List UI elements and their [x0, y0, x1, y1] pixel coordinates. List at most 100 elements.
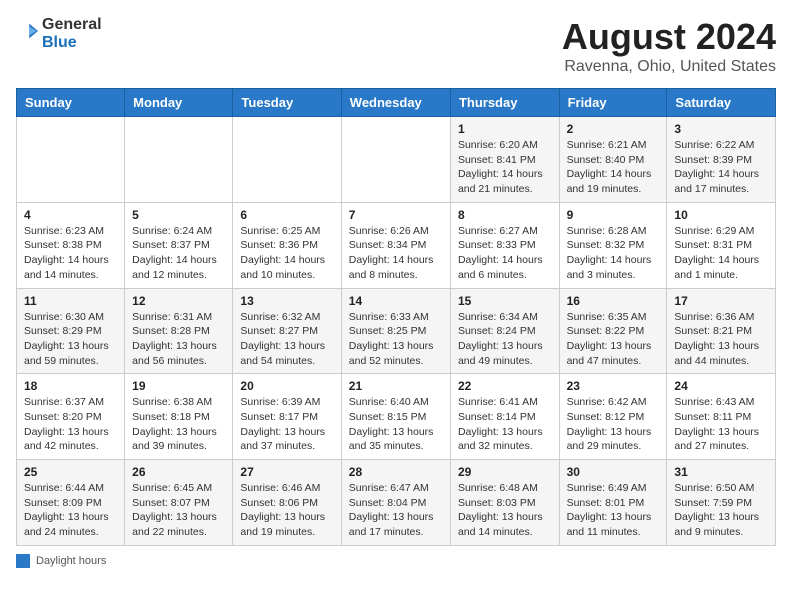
day-number: 28	[349, 465, 443, 479]
day-number: 15	[458, 294, 552, 308]
day-info: Sunrise: 6:37 AM Sunset: 8:20 PM Dayligh…	[24, 395, 117, 454]
main-title: August 2024	[562, 16, 776, 58]
calendar-cell: 25Sunrise: 6:44 AM Sunset: 8:09 PM Dayli…	[17, 460, 125, 546]
day-info: Sunrise: 6:35 AM Sunset: 8:22 PM Dayligh…	[567, 310, 660, 369]
calendar-cell: 6Sunrise: 6:25 AM Sunset: 8:36 PM Daylig…	[233, 202, 341, 288]
day-number: 21	[349, 379, 443, 393]
day-number: 7	[349, 208, 443, 222]
header-cell-friday: Friday	[559, 89, 667, 117]
header-cell-monday: Monday	[125, 89, 233, 117]
day-info: Sunrise: 6:47 AM Sunset: 8:04 PM Dayligh…	[349, 481, 443, 540]
day-number: 12	[132, 294, 225, 308]
day-number: 29	[458, 465, 552, 479]
day-info: Sunrise: 6:29 AM Sunset: 8:31 PM Dayligh…	[674, 224, 768, 283]
calendar-cell: 24 Sunrise: 6:43 AM Sunset: 8:11 PM Dayli…	[667, 374, 776, 460]
week-row-2: 4 Sunrise: 6:23 AM Sunset: 8:38 PM Daylig…	[17, 202, 776, 288]
calendar-cell: 21 Sunrise: 6:40 AM Sunset: 8:15 PM Dayli…	[341, 374, 450, 460]
day-info: Sunrise: 6:46 AM Sunset: 8:06 PM Dayligh…	[240, 481, 333, 540]
day-number: 1	[458, 122, 552, 136]
day-number: 30	[567, 465, 660, 479]
day-number: 18	[24, 379, 117, 393]
calendar-cell: 1 Sunrise: 6:20 AM Sunset: 8:41 PM Daylig…	[450, 117, 559, 203]
day-number: 31	[674, 465, 768, 479]
calendar-cell: 3 Sunrise: 6:22 AM Sunset: 8:39 PM Daylig…	[667, 117, 776, 203]
calendar-cell: 18 Sunrise: 6:37 AM Sunset: 8:20 PM Dayli…	[17, 374, 125, 460]
day-info: Sunrise: 6:38 AM Sunset: 8:18 PM Dayligh…	[132, 395, 225, 454]
day-number: 14	[349, 294, 443, 308]
day-info: Sunrise: 6:42 AM Sunset: 8:12 PM Dayligh…	[567, 395, 660, 454]
calendar-cell: 29Sunrise: 6:48 AM Sunset: 8:03 PM Dayli…	[450, 460, 559, 546]
day-number: 2	[567, 122, 660, 136]
calendar-cell: 12 Sunrise: 6:31 AM Sunset: 8:28 PM Dayli…	[125, 288, 233, 374]
day-number: 27	[240, 465, 333, 479]
day-number: 16	[567, 294, 660, 308]
legend-label: Daylight hours	[36, 555, 106, 567]
day-info: Sunrise: 6:22 AM Sunset: 8:39 PM Dayligh…	[674, 138, 768, 197]
week-row-1: 1 Sunrise: 6:20 AM Sunset: 8:41 PM Daylig…	[17, 117, 776, 203]
calendar-cell: 7 Sunrise: 6:26 AM Sunset: 8:34 PM Daylig…	[341, 202, 450, 288]
calendar-cell: 8 Sunrise: 6:27 AM Sunset: 8:33 PM Daylig…	[450, 202, 559, 288]
day-number: 23	[567, 379, 660, 393]
header-cell-tuesday: Tuesday	[233, 89, 341, 117]
day-info: Sunrise: 6:30 AM Sunset: 8:29 PM Dayligh…	[24, 310, 117, 369]
title-area: August 2024 Ravenna, Ohio, United States	[562, 16, 776, 76]
day-info: Sunrise: 6:26 AM Sunset: 8:34 PM Dayligh…	[349, 224, 443, 283]
calendar-cell: 15 Sunrise: 6:34 AM Sunset: 8:24 PM Dayli…	[450, 288, 559, 374]
calendar-cell: 27 Sunrise: 6:46 AM Sunset: 8:06 PM Dayli…	[233, 460, 341, 546]
calendar-cell: 22 Sunrise: 6:41 AM Sunset: 8:14 PM Dayli…	[450, 374, 559, 460]
header-cell-sunday: Sunday	[17, 89, 125, 117]
calendar-body: 1 Sunrise: 6:20 AM Sunset: 8:41 PM Daylig…	[17, 117, 776, 546]
calendar-cell: 19 Sunrise: 6:38 AM Sunset: 8:18 PM Dayli…	[125, 374, 233, 460]
calendar-cell: 16 Sunrise: 6:35 AM Sunset: 8:22 PM Dayli…	[559, 288, 667, 374]
calendar-cell	[233, 117, 341, 203]
day-info: Sunrise: 6:27 AM Sunset: 8:33 PM Dayligh…	[458, 224, 552, 283]
calendar-cell: 28 Sunrise: 6:47 AM Sunset: 8:04 PM Dayli…	[341, 460, 450, 546]
day-number: 13	[240, 294, 333, 308]
calendar-header-row: SundayMondayTuesdayWednesdayThursdayFrid…	[17, 89, 776, 117]
day-number: 22	[458, 379, 552, 393]
calendar-cell: 14 Sunrise: 6:33 AM Sunset: 8:25 PM Dayli…	[341, 288, 450, 374]
calendar-cell: 13Sunrise: 6:32 AM Sunset: 8:27 PM Dayli…	[233, 288, 341, 374]
logo-icon	[16, 20, 38, 42]
calendar-cell: 2 Sunrise: 6:21 AM Sunset: 8:40 PM Daylig…	[559, 117, 667, 203]
day-info: Sunrise: 6:28 AM Sunset: 8:32 PM Dayligh…	[567, 224, 660, 283]
week-row-5: 25Sunrise: 6:44 AM Sunset: 8:09 PM Dayli…	[17, 460, 776, 546]
day-number: 25	[24, 465, 117, 479]
calendar-cell	[125, 117, 233, 203]
logo-general: General	[42, 16, 102, 34]
day-number: 26	[132, 465, 225, 479]
day-info: Sunrise: 6:33 AM Sunset: 8:25 PM Dayligh…	[349, 310, 443, 369]
calendar-cell: 4 Sunrise: 6:23 AM Sunset: 8:38 PM Daylig…	[17, 202, 125, 288]
logo: General Blue	[16, 16, 102, 51]
calendar-cell: 26Sunrise: 6:45 AM Sunset: 8:07 PM Dayli…	[125, 460, 233, 546]
calendar-cell: 5Sunrise: 6:24 AM Sunset: 8:37 PM Daylig…	[125, 202, 233, 288]
day-info: Sunrise: 6:20 AM Sunset: 8:41 PM Dayligh…	[458, 138, 552, 197]
day-info: Sunrise: 6:21 AM Sunset: 8:40 PM Dayligh…	[567, 138, 660, 197]
day-info: Sunrise: 6:34 AM Sunset: 8:24 PM Dayligh…	[458, 310, 552, 369]
calendar-cell	[17, 117, 125, 203]
header-cell-thursday: Thursday	[450, 89, 559, 117]
day-info: Sunrise: 6:41 AM Sunset: 8:14 PM Dayligh…	[458, 395, 552, 454]
day-number: 3	[674, 122, 768, 136]
day-number: 8	[458, 208, 552, 222]
week-row-3: 11Sunrise: 6:30 AM Sunset: 8:29 PM Dayli…	[17, 288, 776, 374]
day-number: 17	[674, 294, 768, 308]
day-info: Sunrise: 6:25 AM Sunset: 8:36 PM Dayligh…	[240, 224, 333, 283]
header-cell-wednesday: Wednesday	[341, 89, 450, 117]
day-info: Sunrise: 6:23 AM Sunset: 8:38 PM Dayligh…	[24, 224, 117, 283]
day-number: 19	[132, 379, 225, 393]
day-info: Sunrise: 6:31 AM Sunset: 8:28 PM Dayligh…	[132, 310, 225, 369]
legend: Daylight hours	[16, 554, 776, 568]
day-info: Sunrise: 6:40 AM Sunset: 8:15 PM Dayligh…	[349, 395, 443, 454]
week-row-4: 18 Sunrise: 6:37 AM Sunset: 8:20 PM Dayli…	[17, 374, 776, 460]
day-number: 4	[24, 208, 117, 222]
day-number: 24	[674, 379, 768, 393]
day-info: Sunrise: 6:36 AM Sunset: 8:21 PM Dayligh…	[674, 310, 768, 369]
calendar-cell: 23 Sunrise: 6:42 AM Sunset: 8:12 PM Dayli…	[559, 374, 667, 460]
day-info: Sunrise: 6:39 AM Sunset: 8:17 PM Dayligh…	[240, 395, 333, 454]
day-info: Sunrise: 6:43 AM Sunset: 8:11 PM Dayligh…	[674, 395, 768, 454]
header-cell-saturday: Saturday	[667, 89, 776, 117]
day-number: 9	[567, 208, 660, 222]
calendar: SundayMondayTuesdayWednesdayThursdayFrid…	[16, 88, 776, 546]
calendar-cell: 30Sunrise: 6:49 AM Sunset: 8:01 PM Dayli…	[559, 460, 667, 546]
